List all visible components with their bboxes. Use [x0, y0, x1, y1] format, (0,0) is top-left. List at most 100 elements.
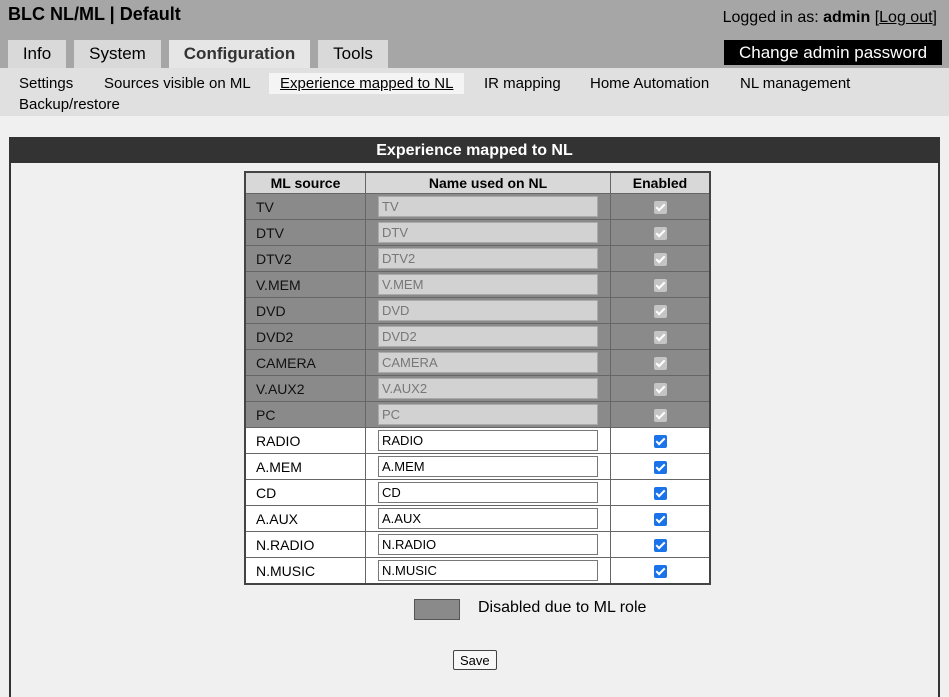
tab-info[interactable]: Info: [8, 40, 66, 68]
enabled-cell: [610, 505, 711, 532]
name-cell: [365, 323, 611, 350]
nl-name-input[interactable]: [378, 534, 598, 555]
sub-navigation: Settings Sources visible on ML Experienc…: [0, 68, 949, 116]
experience-panel: Experience mapped to NL ML source Name u…: [9, 137, 940, 697]
table-row: DTV2: [244, 245, 711, 272]
col-enabled: Enabled: [610, 171, 711, 194]
enabled-cell: [610, 479, 711, 506]
table-row: V.MEM: [244, 271, 711, 298]
enabled-cell: [610, 219, 711, 246]
nl-name-input: [378, 404, 598, 425]
enabled-cell: [610, 453, 711, 480]
table-row: A.AUX: [244, 505, 711, 532]
ml-source-cell: DTV: [244, 219, 366, 246]
name-cell: [365, 219, 611, 246]
ml-source-cell: DVD2: [244, 323, 366, 350]
logout-bracket-close: ]: [932, 9, 937, 26]
enabled-checkbox: [653, 227, 667, 241]
enabled-checkbox: [653, 279, 667, 293]
nl-name-input[interactable]: [378, 456, 598, 477]
nl-name-input[interactable]: [378, 508, 598, 529]
name-cell: [365, 505, 611, 532]
enabled-checkbox: [653, 253, 667, 267]
tab-configuration[interactable]: Configuration: [169, 40, 310, 68]
nl-name-input[interactable]: [378, 430, 598, 451]
panel-title: Experience mapped to NL: [11, 139, 938, 163]
nl-name-input[interactable]: [378, 560, 598, 581]
enabled-checkbox[interactable]: [653, 565, 667, 579]
top-header: BLC NL/ML | Default Logged in as: admin …: [0, 0, 949, 68]
name-cell: [365, 557, 611, 585]
ml-source-cell: V.MEM: [244, 271, 366, 298]
nl-name-input[interactable]: [378, 482, 598, 503]
ml-source-cell: PC: [244, 401, 366, 428]
enabled-cell: [610, 193, 711, 220]
name-cell: [365, 297, 611, 324]
name-cell: [365, 453, 611, 480]
app-title: BLC NL/ML | Default: [8, 4, 181, 24]
col-ml-source: ML source: [244, 171, 366, 194]
ml-source-cell: A.AUX: [244, 505, 366, 532]
name-cell: [365, 401, 611, 428]
nl-name-input: [378, 326, 598, 347]
name-cell: [365, 531, 611, 558]
enabled-cell: [610, 557, 711, 585]
change-admin-password-button[interactable]: Change admin password: [724, 40, 942, 65]
nl-name-input: [378, 352, 598, 373]
name-cell: [365, 375, 611, 402]
enabled-cell: [610, 375, 711, 402]
enabled-cell: [610, 245, 711, 272]
login-status: Logged in as: admin [Log out]: [723, 9, 937, 27]
username: admin: [823, 9, 871, 26]
table-header-row: ML source Name used on NL Enabled: [244, 171, 711, 194]
tab-tools[interactable]: Tools: [318, 40, 388, 68]
subnav-home-automation[interactable]: Home Automation: [579, 73, 720, 94]
nl-name-input: [378, 196, 598, 217]
logout-link[interactable]: Log out: [879, 9, 932, 26]
table-row: DTV: [244, 219, 711, 246]
subnav-backup-restore[interactable]: Backup/restore: [8, 94, 131, 115]
enabled-cell: [610, 401, 711, 428]
enabled-checkbox: [653, 331, 667, 345]
name-cell: [365, 349, 611, 376]
name-cell: [365, 271, 611, 298]
tab-system[interactable]: System: [74, 40, 161, 68]
enabled-checkbox[interactable]: [653, 487, 667, 501]
name-cell: [365, 479, 611, 506]
nl-name-input: [378, 248, 598, 269]
enabled-cell: [610, 297, 711, 324]
ml-source-cell: N.MUSIC: [244, 557, 366, 585]
enabled-checkbox: [653, 383, 667, 397]
subnav-experience-mapped[interactable]: Experience mapped to NL: [269, 73, 465, 94]
col-name-used: Name used on NL: [365, 171, 611, 194]
name-cell: [365, 245, 611, 272]
ml-source-cell: V.AUX2: [244, 375, 366, 402]
enabled-checkbox[interactable]: [653, 539, 667, 553]
legend-swatch: [414, 599, 460, 620]
table-row: CAMERA: [244, 349, 711, 376]
name-cell: [365, 427, 611, 454]
ml-source-cell: CD: [244, 479, 366, 506]
ml-source-cell: DTV2: [244, 245, 366, 272]
enabled-checkbox[interactable]: [653, 513, 667, 527]
subnav-nl-management[interactable]: NL management: [729, 73, 861, 94]
name-cell: [365, 193, 611, 220]
enabled-checkbox[interactable]: [653, 435, 667, 449]
ml-source-cell: N.RADIO: [244, 531, 366, 558]
enabled-checkbox: [653, 305, 667, 319]
enabled-checkbox: [653, 201, 667, 215]
enabled-cell: [610, 323, 711, 350]
enabled-cell: [610, 349, 711, 376]
table-row: RADIO: [244, 427, 711, 454]
enabled-checkbox: [653, 357, 667, 371]
enabled-checkbox[interactable]: [653, 461, 667, 475]
ml-source-cell: A.MEM: [244, 453, 366, 480]
subnav-settings[interactable]: Settings: [8, 73, 84, 94]
table-row: V.AUX2: [244, 375, 711, 402]
table-row: A.MEM: [244, 453, 711, 480]
enabled-cell: [610, 531, 711, 558]
table-row: DVD: [244, 297, 711, 324]
subnav-sources-visible[interactable]: Sources visible on ML: [93, 73, 262, 94]
save-button[interactable]: Save: [453, 650, 497, 670]
subnav-ir-mapping[interactable]: IR mapping: [473, 73, 572, 94]
